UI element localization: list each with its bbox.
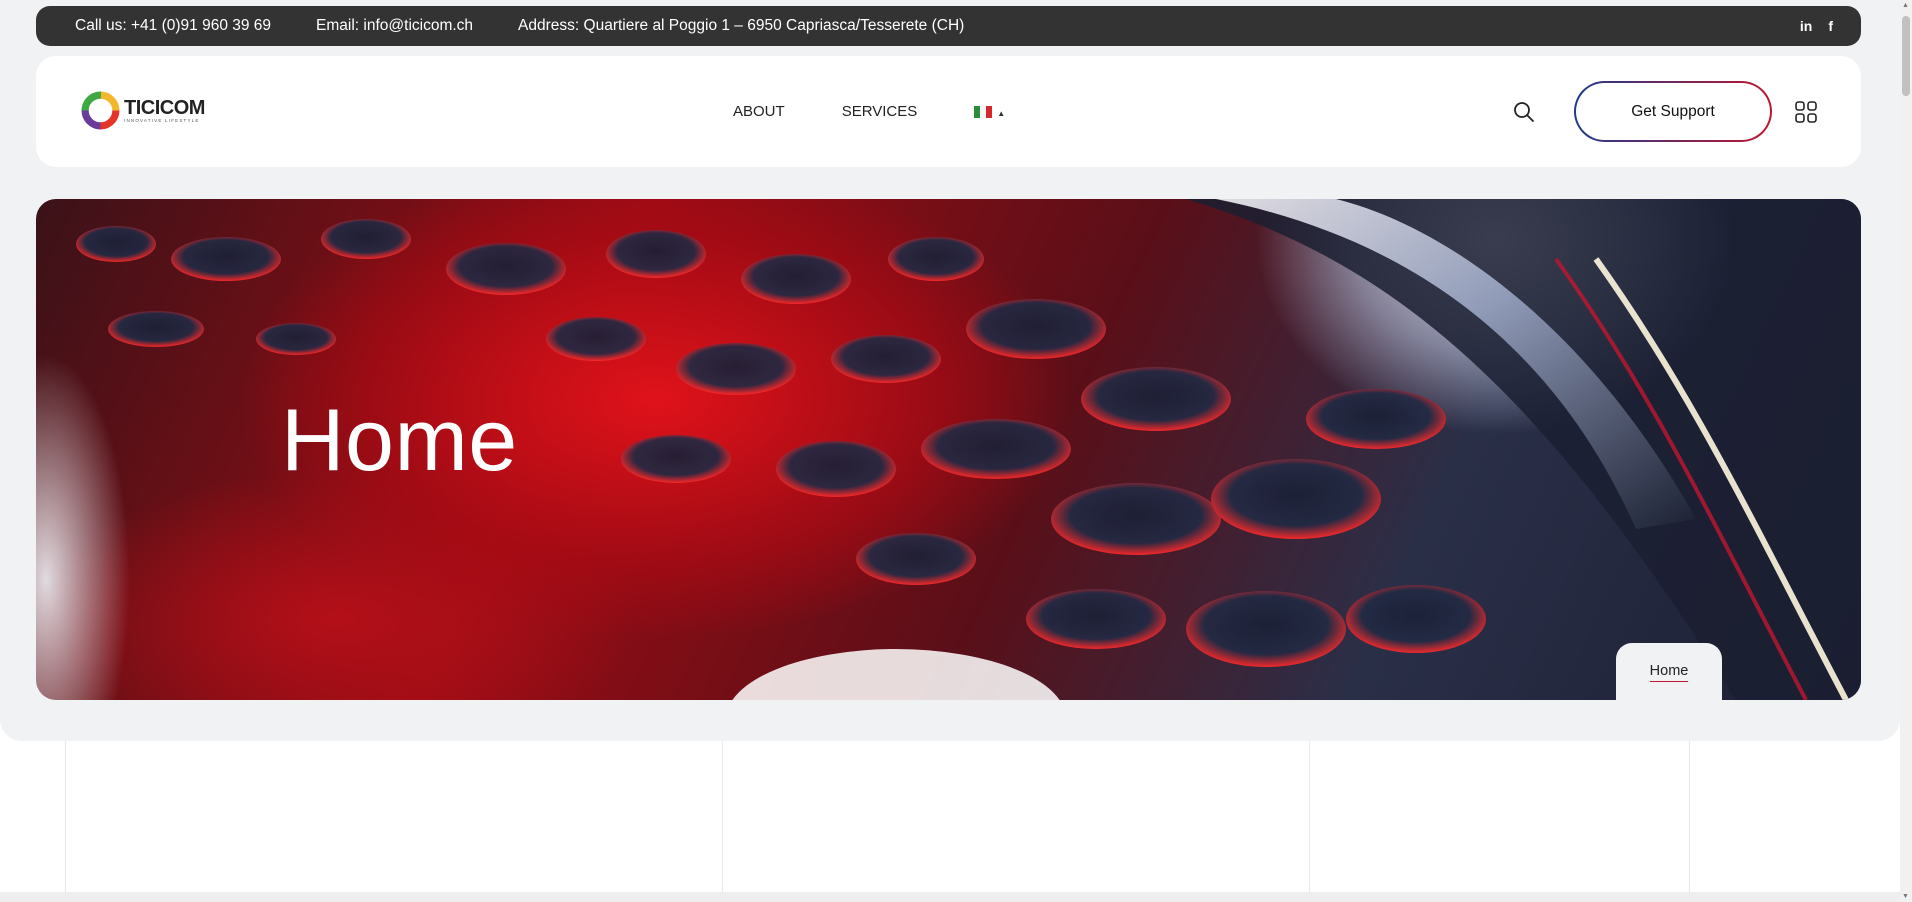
horizontal-scrollbar[interactable] xyxy=(0,892,1900,902)
site-logo[interactable]: TICICOM INNOVATIVE LIFESTYLE xyxy=(80,90,205,131)
nav-services[interactable]: SERVICES xyxy=(842,103,918,120)
logo-name: TICICOM xyxy=(124,97,205,119)
italy-flag-icon xyxy=(974,105,993,118)
search-icon[interactable] xyxy=(1512,100,1536,124)
caret-down-icon: ▲ xyxy=(997,109,1006,118)
linkedin-icon[interactable]: in xyxy=(1800,18,1812,34)
logo-tagline: INNOVATIVE LIFESTYLE xyxy=(124,118,200,123)
primary-menu: ABOUT SERVICES ▲ xyxy=(733,56,1005,167)
main-navbar: TICICOM INNOVATIVE LIFESTYLE ABOUT SERVI… xyxy=(36,56,1861,167)
header-shell: Call us: +41 (0)91 960 39 69 Email: info… xyxy=(0,0,1900,741)
grid-icon[interactable] xyxy=(1794,100,1818,124)
hero-title: Home xyxy=(281,390,518,489)
top-info-bar: Call us: +41 (0)91 960 39 69 Email: info… xyxy=(36,6,1861,46)
phone-info[interactable]: Call us: +41 (0)91 960 39 69 xyxy=(75,17,271,35)
vertical-scrollbar[interactable]: ▲ ▼ xyxy=(1900,0,1912,902)
hero-banner: Home xyxy=(36,199,1861,700)
breadcrumb-home-link[interactable]: Home xyxy=(1649,663,1689,682)
scrollbar-thumb[interactable] xyxy=(1902,16,1910,96)
scroll-up-icon[interactable]: ▲ xyxy=(1902,2,1909,9)
address-info: Address: Quartiere al Poggio 1 – 6950 Ca… xyxy=(518,17,965,34)
get-support-button[interactable]: Get Support xyxy=(1574,81,1772,142)
logo-ring-icon xyxy=(81,91,120,130)
breadcrumb: Home xyxy=(1616,643,1722,701)
scroll-down-icon[interactable]: ▼ xyxy=(1902,893,1909,900)
social-links: in f xyxy=(1800,6,1833,46)
facebook-icon[interactable]: f xyxy=(1828,18,1833,34)
language-selector[interactable]: ▲ xyxy=(974,105,1005,118)
nav-about[interactable]: ABOUT xyxy=(733,103,785,120)
email-info[interactable]: Email: info@ticicom.ch xyxy=(316,17,473,35)
